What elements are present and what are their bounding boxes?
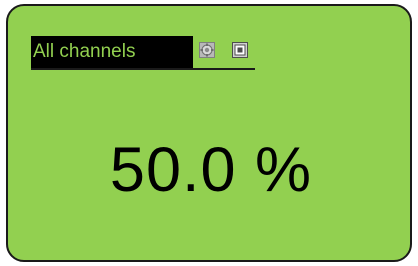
header-divider [31, 68, 255, 70]
frame-icon[interactable] [232, 42, 248, 58]
widget-header: All channels [31, 36, 255, 70]
percentage-value: 50.0 % [109, 135, 313, 205]
channel-widget-panel: All channels 50.0 % [6, 4, 412, 262]
gear-icon[interactable] [199, 42, 215, 58]
widget-title: All channels [31, 36, 193, 68]
